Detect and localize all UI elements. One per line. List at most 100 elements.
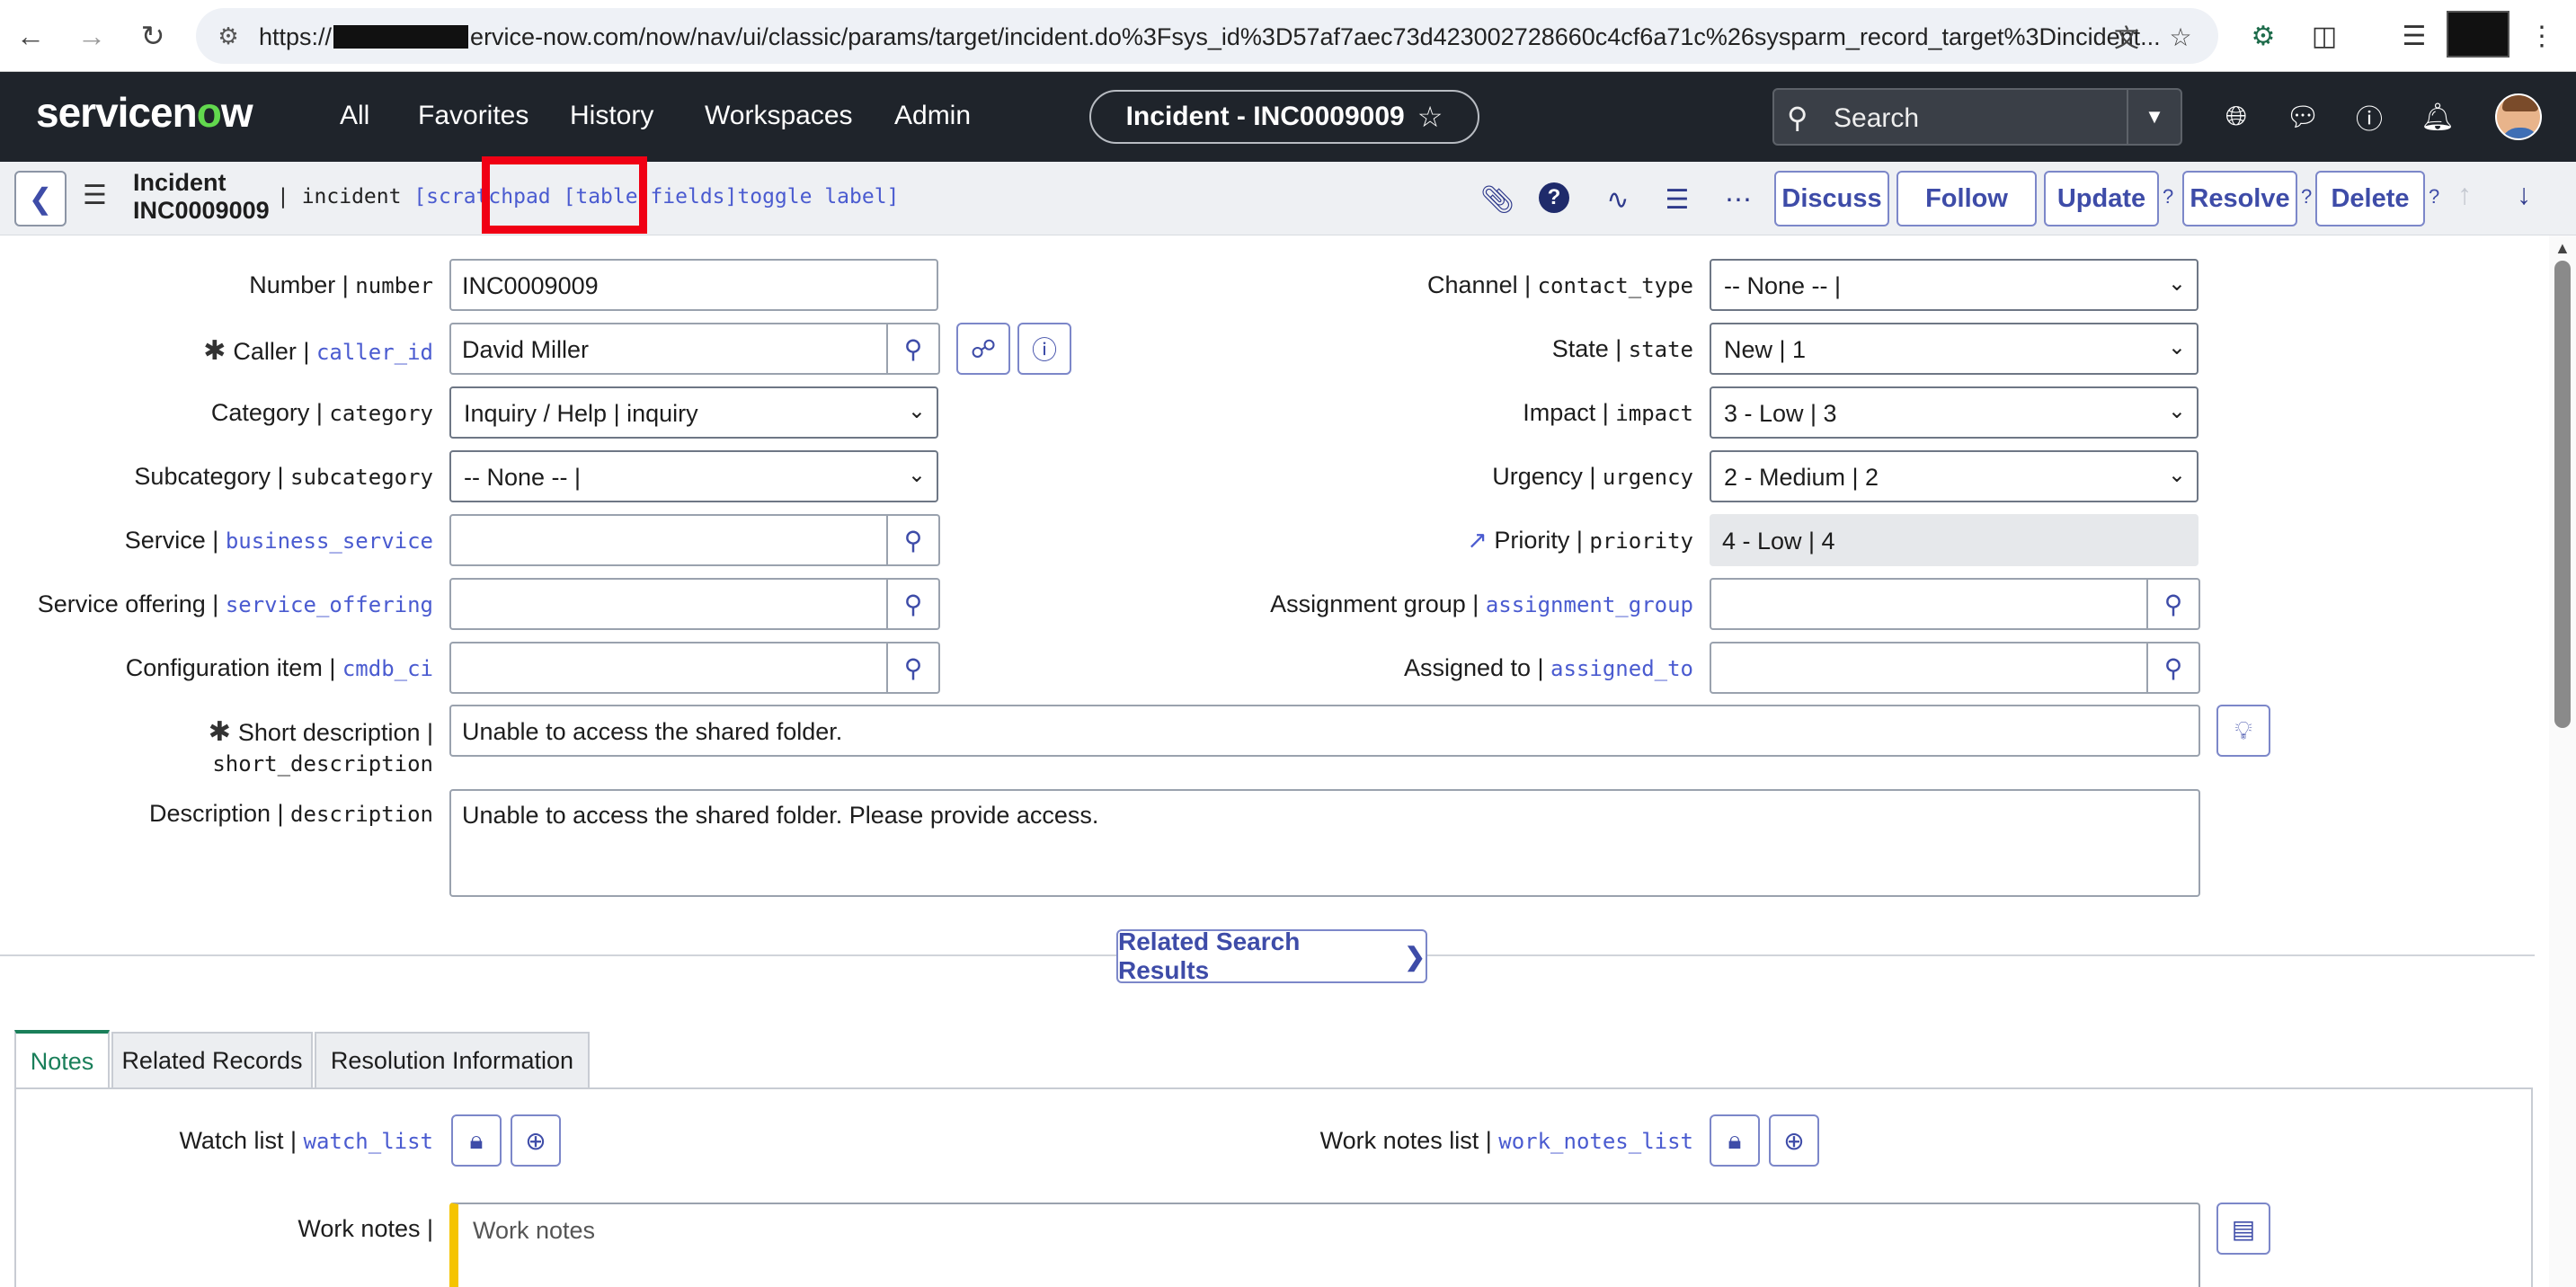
avatar-shirt [2500,128,2540,138]
state-select[interactable]: New | 1 ⌄ [1710,323,2198,375]
service-field[interactable] [449,514,888,566]
service-offering-lookup-search-icon[interactable]: ⚲ [888,578,940,630]
update-button[interactable]: Update [2044,171,2159,226]
description-textarea[interactable]: Unable to access the shared folder. Plea… [449,789,2200,897]
menu-workspaces[interactable]: Workspaces [705,101,853,131]
back-button[interactable]: ❮ [14,171,67,226]
work-notes-textarea[interactable]: Work notes [449,1203,2200,1287]
watch-list-lock-icon[interactable]: 🔒︎ [451,1114,502,1167]
configuration-item-lookup-search-icon[interactable]: ⚲ [888,642,940,694]
toggle-label-link[interactable]: toggle label] [737,185,899,209]
watch-list-add-me-icon[interactable]: ⊕ [511,1114,561,1167]
personalize-sliders-icon[interactable]: ☰ [1657,180,1697,219]
more-menu-icon[interactable]: ⋮ [2520,14,2563,58]
next-record-arrow-icon[interactable]: ↓ [2517,178,2531,211]
record-title: Incident INC0009009 [133,169,270,225]
configuration-item-field[interactable] [449,642,888,694]
tab-related-records[interactable]: Related Records [111,1032,313,1087]
help-icon[interactable]: ⓘ [2349,97,2389,137]
bookmark-star-icon[interactable]: ☆ [2164,21,2197,53]
scrollbar-thumb[interactable] [2554,261,2571,728]
work-notes-list-add-me-icon[interactable]: ⊕ [1769,1114,1819,1167]
caller-label: ✱ Caller | caller_id [203,336,433,366]
update-help-icon[interactable]: ? [2163,185,2173,209]
previous-record-arrow-icon[interactable]: ↑ [2457,178,2472,211]
impact-label: Impact | impact [1523,399,1693,426]
short-description-field[interactable]: Unable to access the shared folder. [449,705,2200,757]
work-notes-list-lock-icon[interactable]: 🔒︎ [1710,1114,1760,1167]
category-label: Category | category [210,399,433,426]
menu-history[interactable]: History [570,101,653,131]
forward-arrow-icon[interactable]: → [68,13,115,59]
menu-all[interactable]: All [340,101,369,131]
help-question-icon[interactable]: ? [1539,182,1569,213]
activity-pulse-icon[interactable]: ∿ [1598,180,1638,219]
category-select[interactable]: Inquiry / Help | inquiry ⌄ [449,386,938,439]
chevron-right-icon: ❯ [1404,942,1426,971]
priority-link-arrow-icon[interactable]: ↗ [1467,527,1488,554]
url-text[interactable]: https://ervice-now.com/now/nav/ui/classi… [259,23,2161,51]
menu-admin[interactable]: Admin [894,101,971,131]
attachment-paperclip-icon[interactable]: 📎︎ [1478,180,1517,219]
related-search-results-button[interactable]: Related Search Results ❯ [1116,928,1427,984]
record-table-label: Incident [133,169,227,196]
browser-toolbar: ← → ↻ ⚙ https://ervice-now.com/now/nav/u… [0,0,2576,72]
number-field[interactable]: INC0009009 [449,259,938,311]
service-offering-field[interactable] [449,578,888,630]
context-title: Incident - INC0009009 [1125,102,1405,131]
notifications-bell-icon[interactable]: 🔔︎ [2418,97,2457,137]
context-title-pill[interactable]: Incident - INC0009009 ☆ [1089,90,1479,144]
more-options-icon[interactable]: ⋯ [1719,180,1758,219]
scroll-up-arrow-icon[interactable]: ▲ [2554,239,2571,258]
servicenow-header: servicenow All Favorites History Workspa… [0,72,2576,162]
discuss-button[interactable]: Discuss [1774,171,1889,226]
service-lookup-search-icon[interactable]: ⚲ [888,514,940,566]
assignment-group-label: Assignment group | assignment_group [1270,590,1693,617]
service-label: Service | business_service [124,527,433,554]
extensions-puzzle-icon[interactable]: ◫ [2303,14,2346,58]
favorite-star-icon[interactable]: ☆ [1417,100,1443,134]
globe-icon[interactable]: 🌐︎ [2216,97,2256,137]
form-context-menu-icon[interactable]: ☰ [83,180,107,211]
tab-notes[interactable]: Notes [14,1030,110,1089]
caller-field[interactable]: David Miller [449,323,888,375]
servicenow-logo[interactable]: servicenow [36,88,253,137]
assigned-to-lookup-search-icon[interactable]: ⚲ [2148,642,2200,694]
translate-icon[interactable]: 文 [2110,21,2143,53]
number-label: Number | number [249,271,433,298]
configuration-item-label: Configuration item | cmdb_ci [125,654,433,681]
chevron-down-icon: ⌄ [907,463,926,487]
follow-button[interactable]: Follow [1896,171,2037,226]
resolve-help-icon[interactable]: ? [2301,185,2312,209]
menu-favorites[interactable]: Favorites [418,101,529,131]
caller-lookup-search-icon[interactable]: ⚲ [888,323,940,375]
assignment-group-lookup-search-icon[interactable]: ⚲ [2148,578,2200,630]
resolve-button[interactable]: Resolve [2182,171,2297,226]
reload-icon[interactable]: ↻ [129,13,176,59]
back-arrow-icon[interactable]: ← [7,13,54,59]
tab-resolution-information[interactable]: Resolution Information [315,1032,590,1087]
reading-list-icon[interactable]: ☰ [2393,14,2436,58]
address-bar[interactable]: ⚙ https://ervice-now.com/now/nav/ui/clas… [196,8,2218,64]
work-notes-template-icon[interactable]: ▤ [2216,1203,2270,1255]
chevron-down-icon: ⌄ [2167,271,2186,296]
subcategory-select[interactable]: -- None -- | ⌄ [449,450,938,502]
urgency-select[interactable]: 2 - Medium | 2 ⌄ [1710,450,2198,502]
avatar[interactable] [2495,93,2542,140]
caller-tree-icon[interactable]: ☍ [956,323,1010,375]
assigned-to-field[interactable] [1710,642,2148,694]
delete-help-icon[interactable]: ? [2429,185,2439,209]
site-settings-icon[interactable]: ⚙ [212,20,244,52]
redacted-profile[interactable] [2447,11,2509,58]
priority-label: ↗ Priority | priority [1467,527,1693,554]
extension-gear-icon[interactable]: ⚙ [2242,14,2285,58]
global-search[interactable]: ⚲ Search ▼ [1772,88,2182,146]
assignment-group-field[interactable] [1710,578,2148,630]
channel-select[interactable]: -- None -- | ⌄ [1710,259,2198,311]
impact-select[interactable]: 3 - Low | 3 ⌄ [1710,386,2198,439]
delete-button[interactable]: Delete [2315,171,2425,226]
suggestion-lightbulb-icon[interactable]: 💡︎ [2216,705,2270,757]
caller-info-icon[interactable]: ⓘ [1017,323,1071,375]
search-dropdown-icon[interactable]: ▼ [2127,90,2181,144]
chat-icon[interactable]: 💬︎ [2283,97,2323,137]
